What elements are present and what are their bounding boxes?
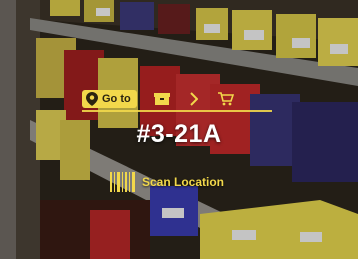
box-icon <box>153 93 170 105</box>
go-to-button[interactable]: Go to <box>82 90 137 108</box>
cart-step[interactable] <box>217 90 235 108</box>
navigation-bar: Go to <box>82 88 235 110</box>
next-step <box>185 90 203 108</box>
scan-location-button[interactable]: Scan Location <box>110 171 224 193</box>
scan-location-label: Scan Location <box>142 175 225 189</box>
location-pin-icon <box>86 92 98 106</box>
camera-viewfinder: Go to #3-21A Scan Location <box>0 0 358 259</box>
chevron-right-icon <box>190 92 198 106</box>
box-step[interactable] <box>153 90 171 108</box>
ar-overlay: Go to #3-21A Scan Location <box>0 0 358 259</box>
navigation-progress-line <box>82 110 272 112</box>
location-code: #3-21A <box>136 120 222 148</box>
go-to-label: Go to <box>102 93 131 105</box>
barcode-icon <box>110 172 135 192</box>
cart-icon <box>217 92 234 106</box>
